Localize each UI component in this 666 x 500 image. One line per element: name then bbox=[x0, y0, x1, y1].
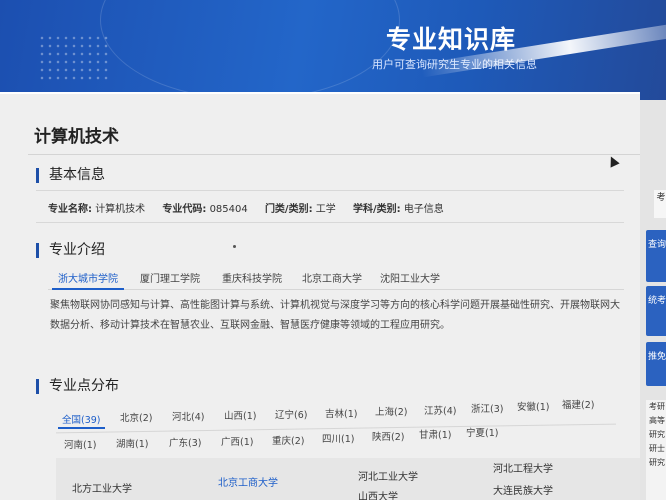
tab-school-3[interactable]: 重庆科技学院 bbox=[216, 268, 288, 290]
sidebar-query-button[interactable]: 查询 bbox=[646, 230, 666, 282]
major-name-value: 计算机技术 bbox=[95, 204, 146, 215]
region-fujian[interactable]: 福建(2) bbox=[558, 396, 598, 412]
tab-school-4[interactable]: 北京工商大学 bbox=[296, 268, 368, 290]
basic-info-row: 专业名称: 计算机技术 专业代码: 085404 门类/类别: 工学 学科/类别… bbox=[48, 200, 458, 215]
region-ningxia[interactable]: 宁夏(1) bbox=[462, 424, 502, 440]
region-anhui[interactable]: 安徽(1) bbox=[513, 398, 553, 414]
sidebar-top-label: 考 bbox=[654, 190, 666, 218]
tab-school-2[interactable]: 厦门理工学院 bbox=[134, 268, 206, 290]
sidebar-panel-item[interactable]: 研究 bbox=[646, 456, 666, 470]
title-divider bbox=[28, 154, 640, 155]
university-item[interactable]: 大连民族大学 bbox=[493, 482, 553, 497]
discipline-key: 学科/类别: bbox=[352, 204, 401, 215]
header-banner: 专业知识库 用户可查询研究生专业的相关信息 bbox=[0, 0, 666, 100]
page-title: 计算机技术 bbox=[34, 127, 119, 147]
category-key: 门类/类别: bbox=[264, 204, 313, 215]
region-shanghai[interactable]: 上海(2) bbox=[371, 403, 411, 419]
region-jilin[interactable]: 吉林(1) bbox=[321, 405, 361, 421]
major-name-key: 专业名称: bbox=[48, 204, 92, 215]
sidebar-recommend-button[interactable]: 推免 bbox=[646, 342, 666, 386]
region-zhejiang[interactable]: 浙江(3) bbox=[467, 400, 507, 416]
university-item[interactable]: 北京工商大学 bbox=[218, 474, 278, 489]
tab-school-1[interactable]: 浙大城市学院 bbox=[52, 268, 124, 290]
sidebar-panel-item[interactable]: 考研 bbox=[646, 400, 666, 414]
school-tabs: 浙大城市学院 厦门理工学院 重庆科技学院 北京工商大学 沈阳工业大学 bbox=[48, 268, 624, 290]
sidebar-panel: 考研 高等 研究 研士 研究 bbox=[646, 400, 666, 500]
discipline-value: 电子信息 bbox=[403, 204, 444, 215]
university-item[interactable]: 河北工程大学 bbox=[493, 460, 553, 475]
region-beijing[interactable]: 北京(2) bbox=[116, 409, 156, 425]
tab-school-5[interactable]: 沈阳工业大学 bbox=[374, 268, 446, 290]
basic-info-bottom-divider bbox=[36, 222, 624, 223]
intro-heading: 专业介绍 bbox=[36, 243, 105, 258]
sidebar-panel-item[interactable]: 高等 bbox=[646, 414, 666, 428]
basic-info-heading: 基本信息 bbox=[36, 168, 105, 183]
region-chongqing[interactable]: 重庆(2) bbox=[268, 432, 308, 448]
distribution-heading: 专业点分布 bbox=[36, 379, 119, 394]
basic-info-divider bbox=[36, 190, 624, 191]
region-guangdong[interactable]: 广东(3) bbox=[165, 434, 205, 450]
major-code-value: 085404 bbox=[209, 204, 248, 215]
university-item[interactable]: 北方工业大学 bbox=[72, 480, 132, 495]
dot-pattern bbox=[38, 34, 108, 84]
sidebar-panel-item[interactable]: 研究 bbox=[646, 428, 666, 442]
intro-text: 聚焦物联网协同感知与计算、高性能图计算与系统、计算机视觉与深度学习等方向的核心科… bbox=[50, 300, 620, 331]
region-liaoning[interactable]: 辽宁(6) bbox=[271, 406, 311, 422]
region-guangxi[interactable]: 广西(1) bbox=[217, 433, 257, 449]
university-list: 北方工业大学 北京工商大学 河北工业大学 河北工程大学 山西大学 大连民族大学 bbox=[56, 458, 640, 500]
sidebar-panel-item[interactable]: 研士 bbox=[646, 442, 666, 456]
region-hebei[interactable]: 河北(4) bbox=[168, 408, 208, 424]
stray-dot bbox=[233, 245, 236, 248]
region-sichuan[interactable]: 四川(1) bbox=[318, 430, 358, 446]
region-hunan[interactable]: 湖南(1) bbox=[112, 435, 152, 451]
university-item[interactable]: 河北工业大学 bbox=[358, 468, 418, 483]
region-shanxi[interactable]: 山西(1) bbox=[220, 407, 260, 423]
region-gansu[interactable]: 甘肃(1) bbox=[415, 426, 455, 442]
region-all[interactable]: 全国(39) bbox=[58, 411, 105, 429]
sidebar-exam-button[interactable]: 统考 bbox=[646, 286, 666, 336]
decorative-arc bbox=[100, 0, 400, 100]
region-shaanxi[interactable]: 陕西(2) bbox=[368, 428, 408, 444]
region-henan[interactable]: 河南(1) bbox=[60, 436, 100, 452]
category-value: 工学 bbox=[315, 204, 336, 215]
region-jiangsu[interactable]: 江苏(4) bbox=[420, 402, 460, 418]
university-item[interactable]: 山西大学 bbox=[358, 488, 398, 500]
major-code-key: 专业代码: bbox=[162, 204, 207, 215]
